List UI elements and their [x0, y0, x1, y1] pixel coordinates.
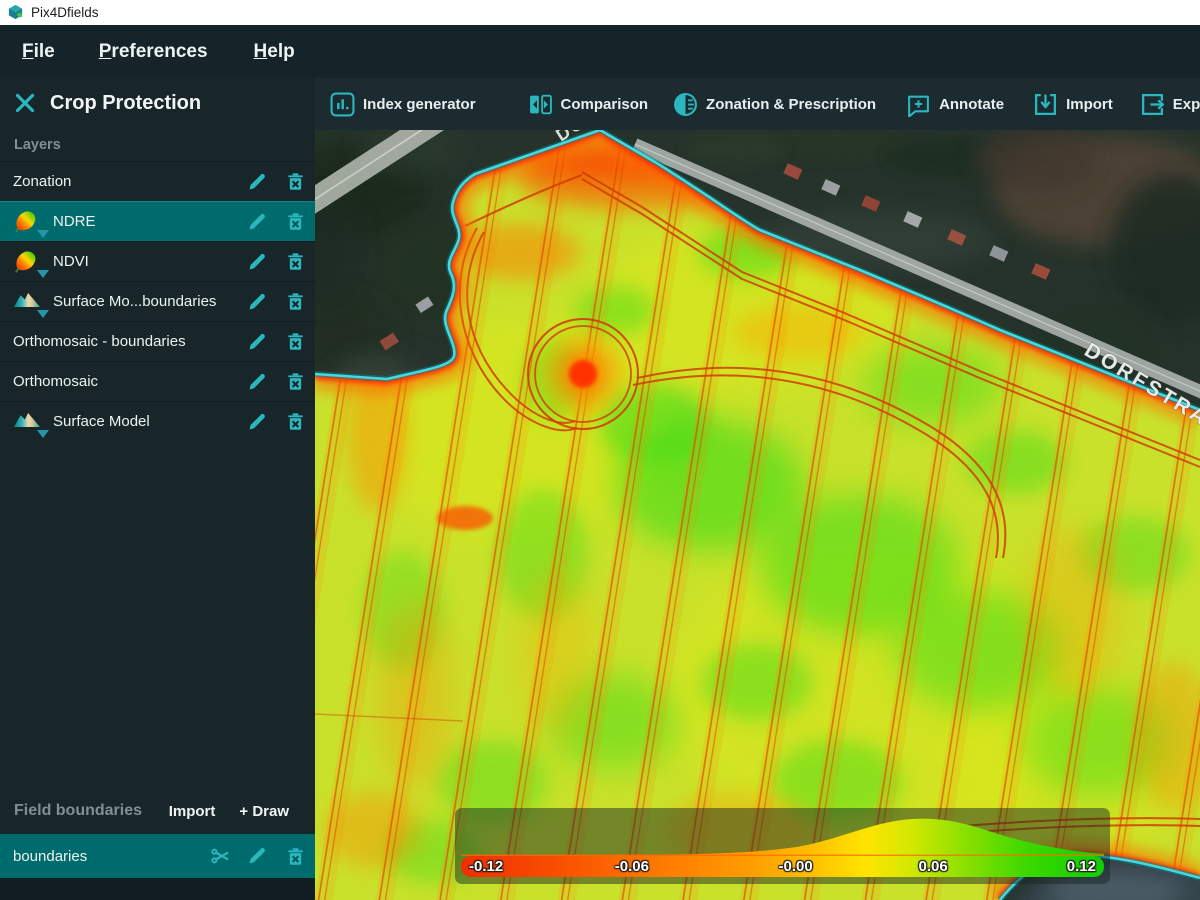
leaf-icon	[13, 210, 39, 234]
scale-tick-mid: -0.00	[778, 857, 812, 877]
tool-label: Annotate	[939, 96, 1004, 113]
import-button[interactable]: Import	[1033, 92, 1113, 117]
index-generator-button[interactable]: Index generator	[330, 92, 476, 117]
delete-layer-button[interactable]	[284, 331, 306, 353]
map-viewport[interactable]: DORFSTRASSE DO -0.12 -0.06 -0.00 0.06 0.…	[315, 130, 1200, 900]
layer-label: Orthomosaic	[13, 373, 246, 390]
layer-row-surface-model[interactable]: Surface Model	[0, 401, 315, 441]
edit-layer-button[interactable]	[246, 411, 268, 433]
layers-sidebar: Crop Protection Layers Zonation	[0, 78, 315, 900]
sidebar-footer	[0, 878, 315, 900]
close-icon[interactable]	[14, 92, 36, 114]
edit-boundary-button[interactable]	[246, 845, 268, 867]
zonation-prescription-button[interactable]: Zonation & Prescription	[673, 92, 876, 117]
tool-label: Zonation & Prescription	[706, 96, 876, 113]
window-titlebar: Pix4Dfields	[0, 0, 1200, 25]
menu-bar: File Preferences Help	[0, 25, 1200, 78]
cut-boundary-button[interactable]	[210, 845, 232, 867]
scale-tick-4: 0.06	[919, 857, 948, 877]
layer-label: NDRE	[53, 213, 246, 230]
index-generator-icon	[330, 92, 355, 117]
delete-layer-button[interactable]	[284, 371, 306, 393]
delete-boundary-button[interactable]	[284, 845, 306, 867]
edit-layer-button[interactable]	[246, 291, 268, 313]
surface-icon	[13, 410, 39, 434]
edit-layer-button[interactable]	[246, 331, 268, 353]
delete-layer-button[interactable]	[284, 211, 306, 233]
comparison-icon	[528, 92, 553, 117]
layer-row-orthomosaic-boundaries[interactable]: Orthomosaic - boundaries	[0, 321, 315, 361]
tool-label: Export	[1173, 96, 1200, 113]
boundary-row-boundaries[interactable]: boundaries	[0, 834, 315, 878]
layer-label: Orthomosaic - boundaries	[13, 333, 246, 350]
field-boundaries-heading: Field boundaries	[14, 802, 145, 820]
app-title: Pix4Dfields	[31, 5, 99, 20]
sidebar-header: Crop Protection	[0, 78, 315, 128]
export-icon	[1140, 92, 1165, 117]
map-canvas[interactable]: DORFSTRASSE DO	[315, 130, 1200, 900]
leaf-icon	[13, 250, 39, 274]
map-toolbar: Index generator Comparison Zonation &	[315, 78, 1200, 130]
layer-row-ndre[interactable]: NDRE	[0, 201, 315, 241]
layer-row-zonation[interactable]: Zonation	[0, 161, 315, 201]
layer-label: Surface Mo...boundaries	[53, 293, 246, 310]
project-title: Crop Protection	[50, 92, 201, 115]
annotate-button[interactable]: Annotate	[906, 92, 1004, 117]
layer-label: Surface Model	[53, 413, 246, 430]
import-boundaries-button[interactable]: Import	[169, 803, 216, 820]
tool-label: Import	[1066, 96, 1113, 113]
histogram-curve	[461, 811, 1104, 856]
draw-boundaries-button[interactable]: + Draw	[239, 803, 289, 820]
field-boundaries-header: Field boundaries Import + Draw	[0, 788, 315, 834]
edit-layer-button[interactable]	[246, 171, 268, 193]
index-scale-panel[interactable]: -0.12 -0.06 -0.00 0.06 0.12	[455, 808, 1110, 884]
annotate-icon	[906, 92, 931, 117]
delete-layer-button[interactable]	[284, 411, 306, 433]
scale-tick-max: 0.12	[1067, 857, 1096, 877]
menu-preferences[interactable]: Preferences	[99, 41, 208, 63]
menu-help[interactable]: Help	[254, 41, 295, 63]
tool-label: Index generator	[363, 96, 476, 113]
tool-label: Comparison	[561, 96, 649, 113]
crop-circle-feature	[528, 319, 638, 429]
edit-layer-button[interactable]	[246, 251, 268, 273]
export-button[interactable]: Export	[1140, 92, 1200, 117]
app-logo-icon	[7, 4, 24, 21]
scale-tick-min: -0.12	[469, 857, 503, 877]
surface-icon	[13, 290, 39, 314]
layer-label: NDVI	[53, 253, 246, 270]
delete-layer-button[interactable]	[284, 171, 306, 193]
delete-layer-button[interactable]	[284, 291, 306, 313]
delete-layer-button[interactable]	[284, 251, 306, 273]
sidebar-spacer	[0, 441, 315, 788]
layers-heading: Layers	[0, 128, 315, 161]
layer-row-ndvi[interactable]: NDVI	[0, 241, 315, 281]
menu-file[interactable]: File	[22, 41, 55, 63]
layer-row-orthomosaic[interactable]: Orthomosaic	[0, 361, 315, 401]
scale-tick-2: -0.06	[615, 857, 649, 877]
layer-row-surface-model-boundaries[interactable]: Surface Mo...boundaries	[0, 281, 315, 321]
comparison-button[interactable]: Comparison	[528, 92, 649, 117]
boundary-label: boundaries	[13, 848, 210, 865]
edit-layer-button[interactable]	[246, 371, 268, 393]
zonation-prescription-icon	[673, 92, 698, 117]
edit-layer-button[interactable]	[246, 211, 268, 233]
layer-label: Zonation	[13, 173, 246, 190]
import-icon	[1033, 92, 1058, 117]
